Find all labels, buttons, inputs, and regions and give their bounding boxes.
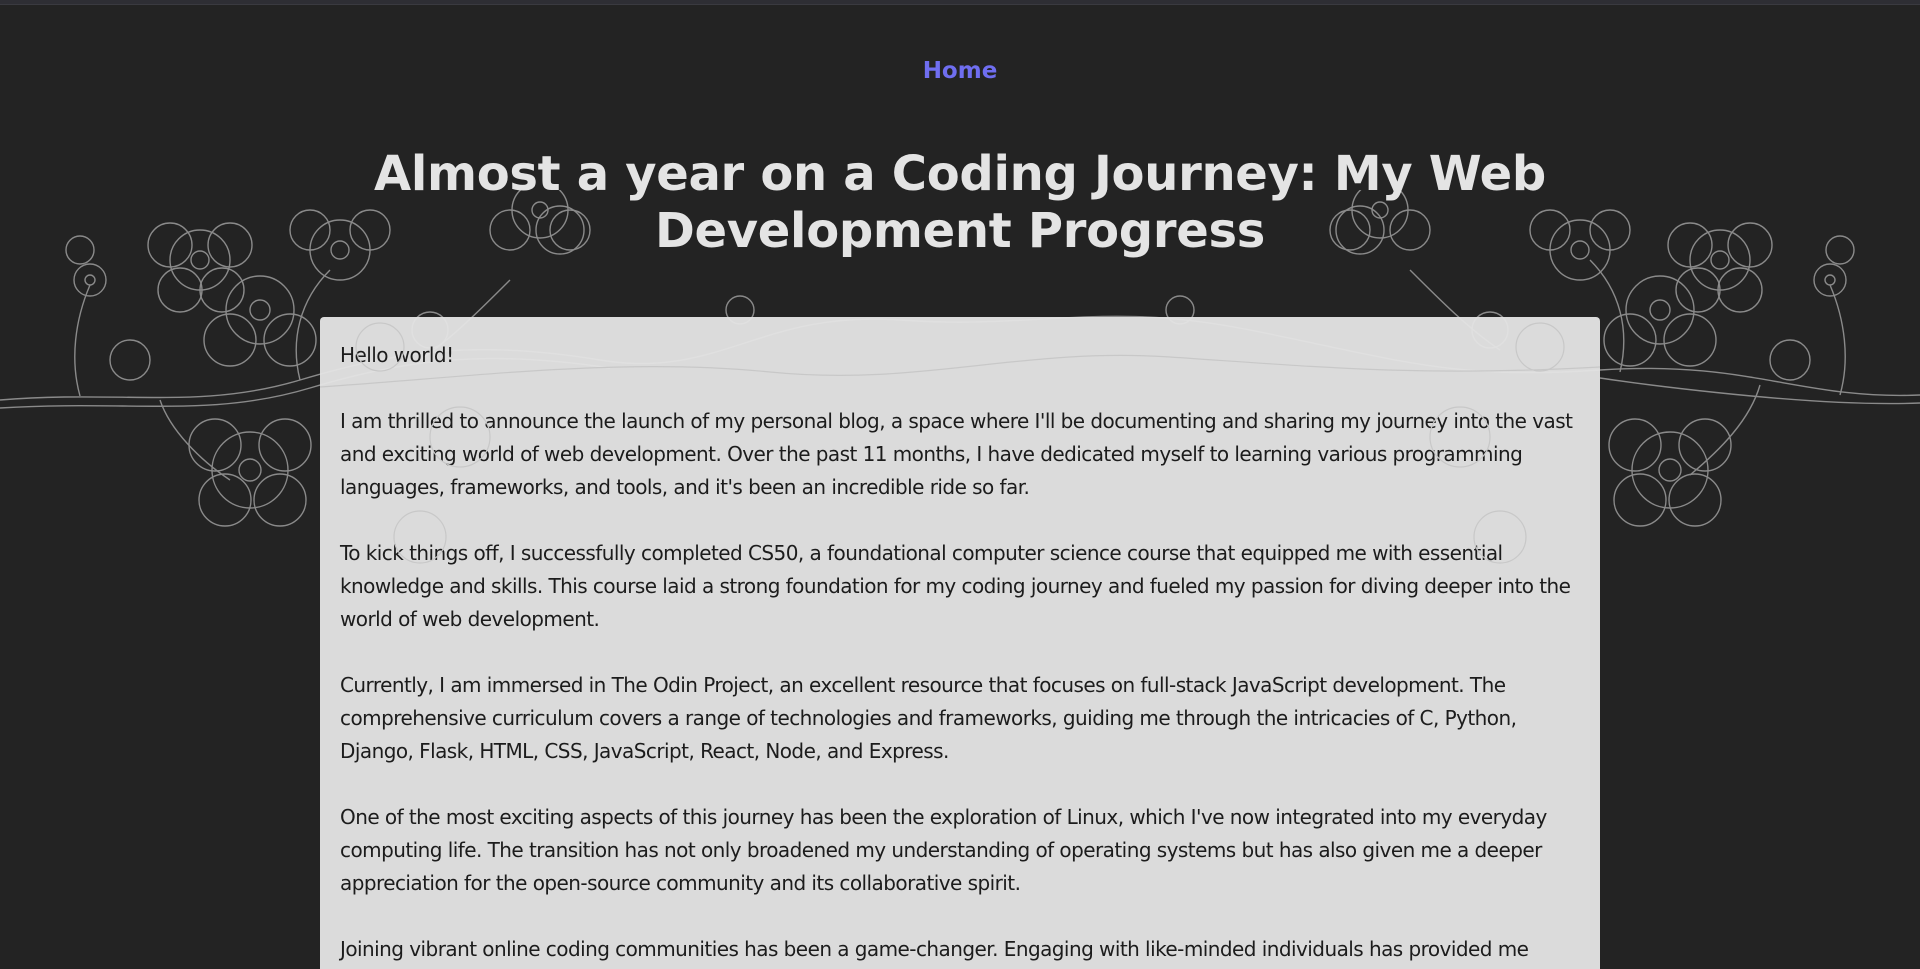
paragraph-greeting: Hello world! bbox=[340, 343, 454, 367]
post-title: Almost a year on a Coding Journey: My We… bbox=[374, 146, 1546, 259]
top-nav: Home bbox=[0, 58, 1920, 84]
home-link[interactable]: Home bbox=[923, 58, 998, 84]
browser-top-strip bbox=[0, 0, 1920, 5]
page: Home Almost a year on a Coding Journey: … bbox=[0, 0, 1920, 969]
paragraph-launch: I am thrilled to announce the launch of … bbox=[340, 409, 1573, 499]
paragraph-communities: Joining vibrant online coding communitie… bbox=[340, 937, 1529, 961]
paragraph-odin-project: Currently, I am immersed in The Odin Pro… bbox=[340, 673, 1517, 763]
post-content: Hello world! I am thrilled to announce t… bbox=[320, 317, 1600, 969]
paragraph-cs50: To kick things off, I successfully compl… bbox=[340, 541, 1571, 631]
paragraph-linux: One of the most exciting aspects of this… bbox=[340, 805, 1547, 895]
